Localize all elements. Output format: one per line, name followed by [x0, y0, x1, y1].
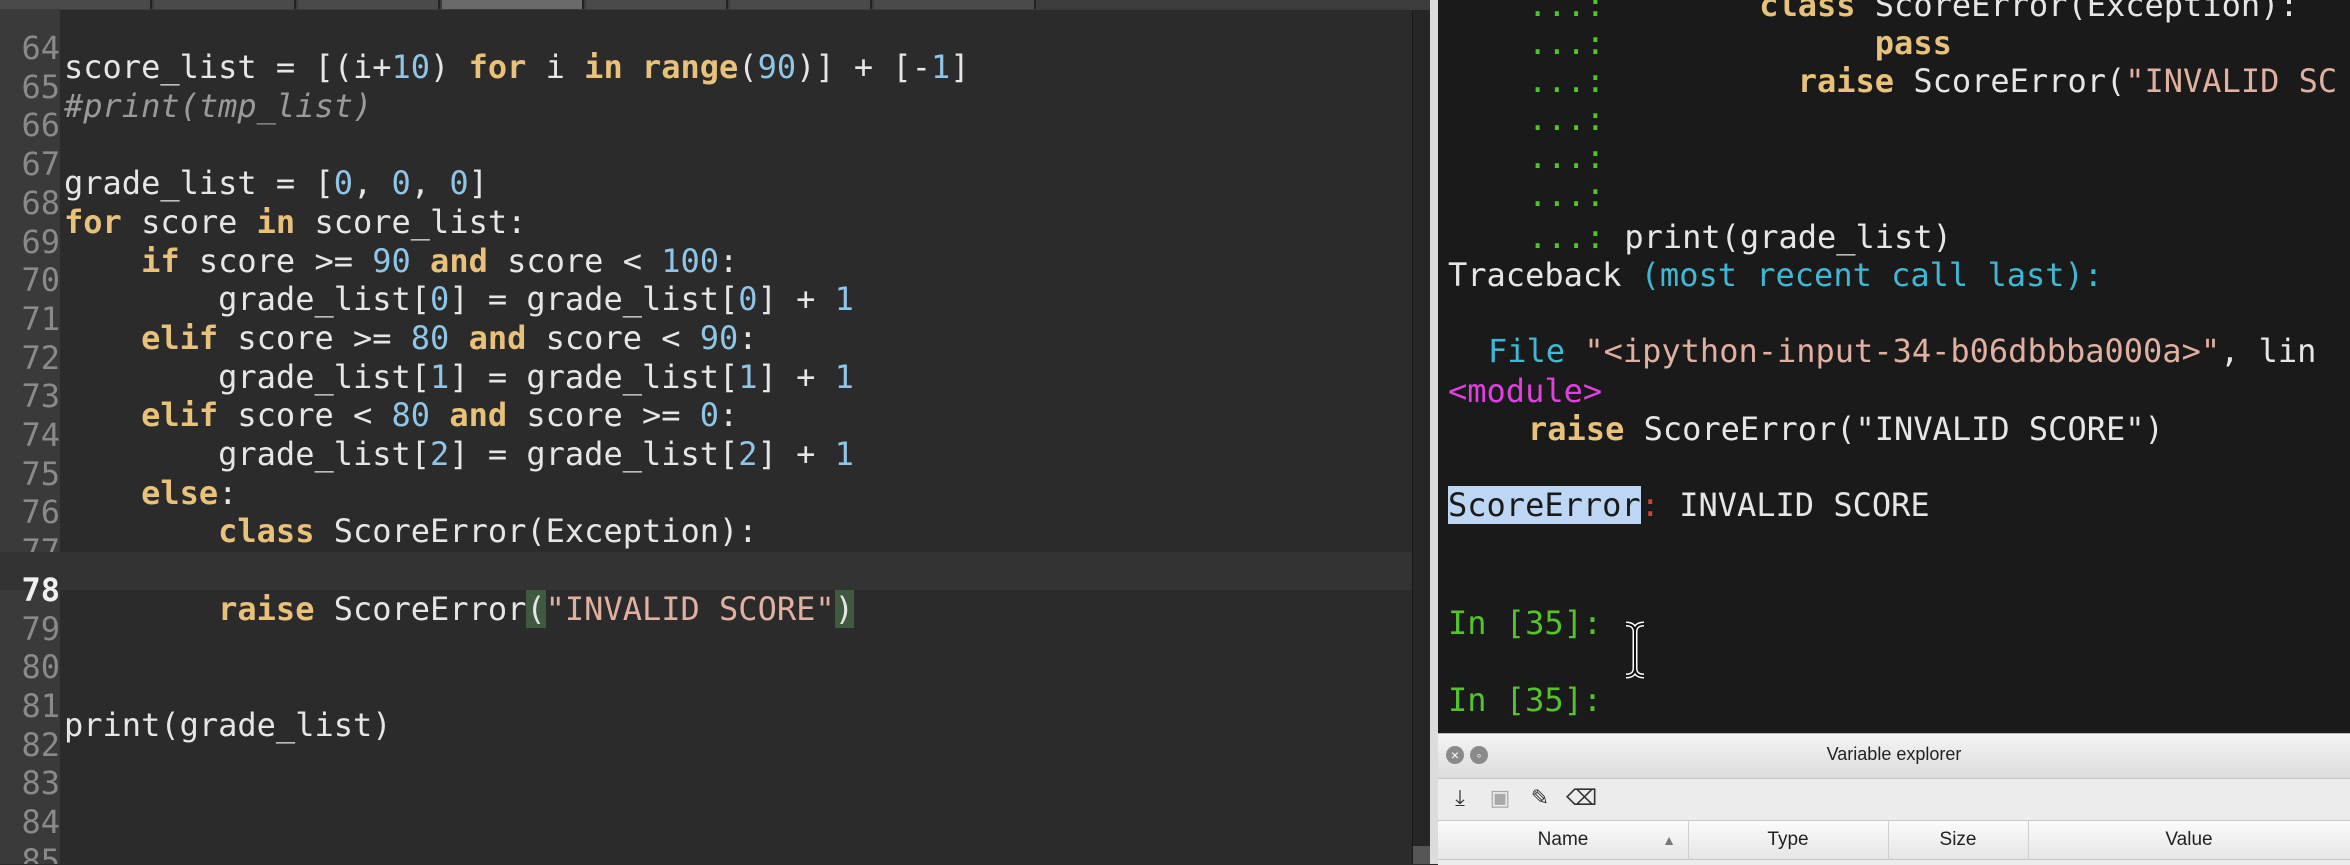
text-cursor-icon	[1625, 621, 1645, 679]
input-prompt[interactable]: In [35]:	[1448, 604, 1602, 642]
spyder-window: 64 score_list = [(i+10) for i in range(9…	[0, 0, 2350, 865]
code-line[interactable]: 70 grade_list[0] = grade_list[0] + 1	[0, 242, 1412, 318]
line-number: 85	[21, 841, 60, 864]
editor-tab[interactable]	[586, 0, 728, 9]
code-line-current[interactable]: 78 raise ScoreError("INVALID SCORE")	[0, 551, 1412, 628]
selected-error-name[interactable]: ScoreError	[1448, 486, 1641, 524]
editor-tab[interactable]	[298, 0, 440, 9]
pane-splitter[interactable]	[1430, 0, 1438, 864]
code-line[interactable]: 83	[0, 745, 1412, 802]
ipython-console[interactable]: ...: class ScoreError(Exception): ...: p…	[1438, 0, 2350, 733]
sort-ascending-icon: ▲	[1662, 832, 1676, 848]
editor-tab[interactable]	[0, 0, 152, 9]
code-line[interactable]: 82	[0, 707, 1412, 764]
console-continuation-line: ...: class ScoreError(Exception):	[1528, 0, 2299, 24]
editor-scrollbar[interactable]	[1412, 10, 1431, 864]
scroll-down-arrow-icon[interactable]	[1413, 846, 1431, 864]
save-as-icon[interactable]: ✎	[1526, 785, 1554, 813]
column-header-size[interactable]: Size	[1888, 821, 2029, 859]
code-line[interactable]: 67 grade_list = [0, 0, 0]	[0, 126, 1412, 202]
erase-icon[interactable]: ⌫	[1566, 785, 1597, 813]
console-continuation-line: ...: raise ScoreError("INVALID SC	[1528, 62, 2338, 100]
column-header-value[interactable]: Value	[2028, 821, 2350, 859]
console-continuation-prompt: ...:	[1528, 100, 1606, 138]
traceback-file-line: File "<ipython-input-34-b06dbbba000a>", …	[1488, 332, 2317, 370]
traceback-source-line: raise ScoreError("INVALID SCORE")	[1528, 410, 2164, 448]
editor-tab[interactable]	[730, 0, 872, 9]
code-line[interactable]: 69 if score >= 90 and score < 100:	[0, 204, 1412, 280]
column-header-type[interactable]: Type	[1688, 821, 1889, 859]
editor-tab[interactable]	[874, 0, 1036, 9]
console-continuation-line: ...: print(grade_list)	[1528, 218, 1952, 256]
code-line[interactable]: 75 else:	[0, 436, 1412, 512]
code-line[interactable]: 72 grade_list[1] = grade_list[1] + 1	[0, 320, 1412, 396]
variable-explorer-titlebar: × ◦ Variable explorer	[1438, 734, 2350, 779]
code-line[interactable]: 71 elif score >= 80 and score < 90:	[0, 281, 1412, 357]
console-continuation-line: ...: pass	[1528, 24, 1952, 62]
code-line[interactable]: 81 print(grade_list)	[0, 668, 1412, 744]
code-line[interactable]: 84	[0, 784, 1412, 841]
input-prompt[interactable]: In [35]:	[1448, 681, 1602, 719]
code-line[interactable]: 77 pass	[0, 513, 1412, 589]
editor-tab[interactable]	[154, 0, 296, 9]
editor-tab-active[interactable]	[442, 0, 584, 9]
code-line[interactable]: 85	[0, 823, 1412, 864]
code-line[interactable]: 76 class ScoreError(Exception):	[0, 474, 1412, 550]
variable-explorer-toolbar: ⤓ ▣ ✎ ⌫	[1438, 779, 2350, 819]
column-header-name[interactable]: Name ▲	[1438, 821, 1689, 859]
variable-table-header: Name ▲ Type Size Value	[1438, 820, 2350, 860]
code-line[interactable]: 66	[0, 87, 1412, 144]
code-editor[interactable]: 64 score_list = [(i+10) for i in range(9…	[0, 10, 1412, 864]
code-line[interactable]: 64 score_list = [(i+10) for i in range(9…	[0, 10, 1412, 86]
error-message: ScoreError: INVALID SCORE	[1448, 486, 1930, 524]
code-line[interactable]: 68 for score in score_list:	[0, 165, 1412, 241]
save-icon[interactable]: ▣	[1486, 785, 1514, 813]
code-line[interactable]: 65 #print(tmp_list)	[0, 49, 1412, 125]
console-continuation-prompt: ...:	[1528, 138, 1606, 176]
variable-explorer-title: Variable explorer	[1826, 744, 1962, 764]
code-line[interactable]: 80	[0, 629, 1412, 686]
code-line[interactable]: 79	[0, 591, 1412, 648]
traceback-module: <module>	[1448, 372, 1603, 410]
code-line[interactable]: 74 grade_list[2] = grade_list[2] + 1	[0, 397, 1412, 473]
code-line[interactable]: 73 elif score < 80 and score >= 0:	[0, 358, 1412, 434]
traceback-header: Traceback (most recent call last):	[1448, 256, 2104, 294]
import-icon[interactable]: ⤓	[1446, 785, 1474, 813]
console-continuation-prompt: ...:	[1528, 176, 1606, 214]
variable-explorer-pane: × ◦ Variable explorer ⤓ ▣ ✎ ⌫ Name ▲ Typ…	[1438, 733, 2350, 865]
